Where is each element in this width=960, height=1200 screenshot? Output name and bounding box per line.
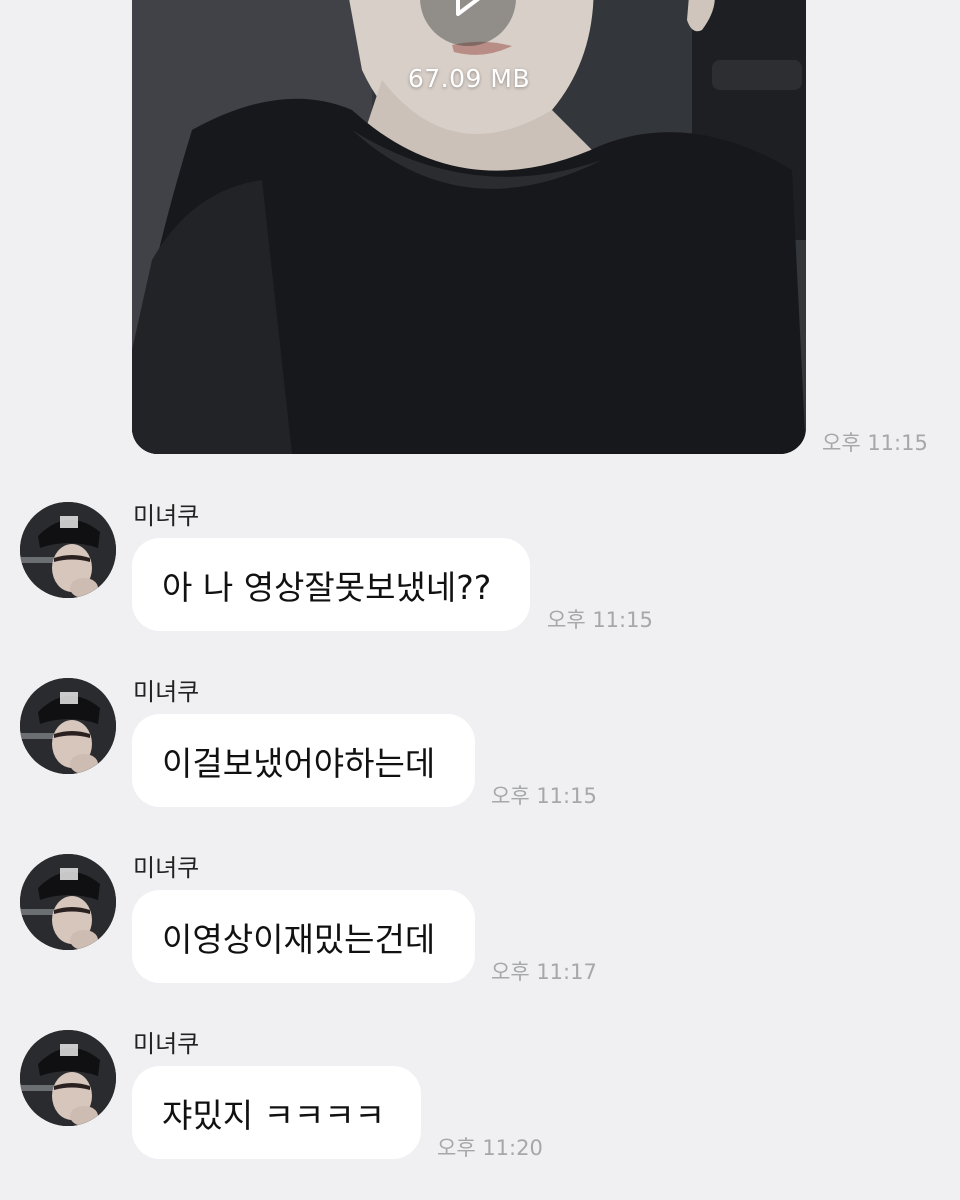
play-button[interactable]	[420, 0, 516, 46]
avatar-image	[20, 678, 116, 774]
message-timestamp: 오후 11:15	[547, 608, 653, 632]
message-bubble[interactable]: 이영상이재밌는건데	[132, 890, 475, 983]
sender-name: 미녀쿠	[133, 502, 200, 530]
message-bubble[interactable]: 아 나 영상잘못보냈네??	[132, 538, 530, 631]
message-row: 미녀쿠 쟈밌지 ㅋㅋㅋㅋ 오후 11:20	[0, 1030, 960, 1190]
video-timestamp: 오후 11:15	[822, 431, 928, 455]
play-icon	[456, 0, 480, 16]
sender-name: 미녀쿠	[133, 854, 200, 882]
video-message[interactable]: 67.09 MB	[132, 0, 806, 454]
avatar[interactable]	[20, 678, 116, 774]
message-row: 미녀쿠 이영상이재밌는건데 오후 11:17	[0, 854, 960, 1014]
message-timestamp: 오후 11:17	[491, 960, 597, 984]
message-timestamp: 오후 11:20	[437, 1136, 543, 1160]
avatar-image	[20, 1030, 116, 1126]
message-timestamp: 오후 11:15	[491, 784, 597, 808]
avatar-image	[20, 854, 116, 950]
message-row: 미녀쿠 이걸보냈어야하는데 오후 11:15	[0, 678, 960, 838]
avatar[interactable]	[20, 502, 116, 598]
avatar-image	[20, 502, 116, 598]
chat-screen: 67.09 MB 오후 11:15 미녀쿠 아 나 영상잘못보냈네?? 오후 1…	[0, 0, 960, 1200]
avatar[interactable]	[20, 1030, 116, 1126]
message-bubble[interactable]: 쟈밌지 ㅋㅋㅋㅋ	[132, 1066, 421, 1159]
message-bubble[interactable]: 이걸보냈어야하는데	[132, 714, 475, 807]
message-row: 미녀쿠 아 나 영상잘못보냈네?? 오후 11:15	[0, 502, 960, 662]
video-file-size: 67.09 MB	[407, 64, 531, 93]
sender-name: 미녀쿠	[133, 678, 200, 706]
avatar[interactable]	[20, 854, 116, 950]
sender-name: 미녀쿠	[133, 1030, 200, 1058]
